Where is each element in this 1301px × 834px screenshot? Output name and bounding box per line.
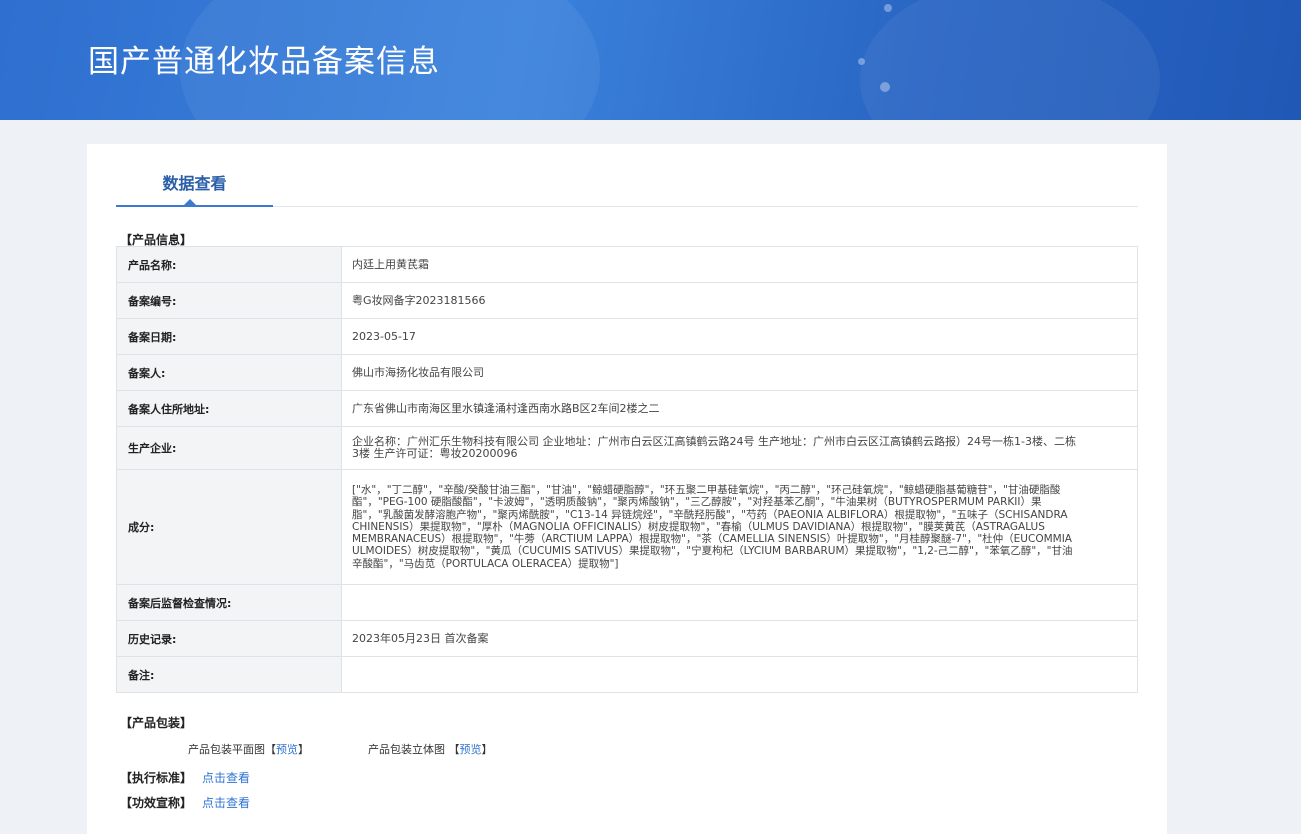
banner-dot xyxy=(884,4,892,12)
table-row: 产品名称: 内廷上用黄芪霜 xyxy=(116,246,1138,283)
row-value: 粤G妆网备字2023181566 xyxy=(341,282,1138,319)
row-value: 广东省佛山市南海区里水镇逢涌村逢西南水路B区2车间2楼之二 xyxy=(341,390,1138,427)
content-card: 数据查看 【产品信息】 产品名称: 内廷上用黄芪霜 备案编号: 粤G妆网备字20… xyxy=(87,144,1167,834)
execution-standard-row: 【执行标准】 点击查看 xyxy=(120,769,250,786)
row-value: ["水"，"丁二醇"，"辛酸/癸酸甘油三酯"，"甘油"，"鲸蜡硬脂醇"，"环五聚… xyxy=(341,469,1138,585)
package-3d-view: 产品包装立体图 【预览】 xyxy=(368,741,493,757)
bracket-close: 】 xyxy=(298,743,309,756)
row-value: 内廷上用黄芪霜 xyxy=(341,246,1138,283)
package-flat-preview-link[interactable]: 预览 xyxy=(276,743,298,756)
row-label: 备案编号: xyxy=(116,282,342,319)
row-label: 成分: xyxy=(116,469,342,585)
row-label: 备注: xyxy=(116,656,342,693)
table-row: 备案后监督检查情况: xyxy=(116,584,1138,621)
efficacy-claim-row: 【功效宣称】 点击查看 xyxy=(120,794,250,811)
banner-dot xyxy=(880,82,890,92)
efficacy-claim-label: 【功效宣称】 xyxy=(120,796,193,810)
product-info-table: 产品名称: 内廷上用黄芪霜 备案编号: 粤G妆网备字2023181566 备案日… xyxy=(116,246,1138,693)
package-flat-view: 产品包装平面图【预览】 xyxy=(188,741,309,757)
table-row: 历史记录: 2023年05月23日 首次备案 xyxy=(116,620,1138,657)
execution-standard-label: 【执行标准】 xyxy=(120,771,193,785)
bracket-open: 【 xyxy=(448,743,460,756)
table-row: 备案人住所地址: 广东省佛山市南海区里水镇逢涌村逢西南水路B区2车间2楼之二 xyxy=(116,390,1138,427)
row-label: 生产企业: xyxy=(116,426,342,470)
bracket-close: 】 xyxy=(481,743,493,756)
row-label: 历史记录: xyxy=(116,620,342,657)
page-title: 国产普通化妆品备案信息 xyxy=(88,44,440,80)
tab-active-underline xyxy=(116,205,273,207)
row-value xyxy=(341,584,1138,621)
row-value xyxy=(341,656,1138,693)
package-flat-label: 产品包装平面图 xyxy=(188,743,265,756)
row-label: 备案人住所地址: xyxy=(116,390,342,427)
bracket-open: 【 xyxy=(265,743,276,756)
table-row: 备注: xyxy=(116,656,1138,693)
table-row: 生产企业: 企业名称：广州汇乐生物科技有限公司 企业地址：广州市白云区江高镇鹤云… xyxy=(116,426,1138,470)
row-label: 备案人: xyxy=(116,354,342,391)
table-row: 备案日期: 2023-05-17 xyxy=(116,318,1138,355)
execution-standard-link[interactable]: 点击查看 xyxy=(202,771,250,785)
row-value: 企业名称：广州汇乐生物科技有限公司 企业地址：广州市白云区江高镇鹤云路24号 生… xyxy=(341,426,1138,470)
row-value: 2023年05月23日 首次备案 xyxy=(341,620,1138,657)
row-label: 备案日期: xyxy=(116,318,342,355)
row-label: 备案后监督检查情况: xyxy=(116,584,342,621)
tab-bar: 数据查看 xyxy=(116,144,1138,207)
table-row: 备案人: 佛山市海扬化妆品有限公司 xyxy=(116,354,1138,391)
table-row: 备案编号: 粤G妆网备字2023181566 xyxy=(116,282,1138,319)
tab-data-view[interactable]: 数据查看 xyxy=(116,170,273,194)
package-3d-preview-link[interactable]: 预览 xyxy=(460,743,482,756)
row-value: 佛山市海扬化妆品有限公司 xyxy=(341,354,1138,391)
banner-decoration xyxy=(860,0,1160,120)
efficacy-claim-link[interactable]: 点击查看 xyxy=(202,796,250,810)
table-row: 成分: ["水"，"丁二醇"，"辛酸/癸酸甘油三酯"，"甘油"，"鲸蜡硬脂醇"，… xyxy=(116,469,1138,585)
header-banner: 国产普通化妆品备案信息 xyxy=(0,0,1301,120)
row-value: 2023-05-17 xyxy=(341,318,1138,355)
package-3d-label: 产品包装立体图 xyxy=(368,743,445,756)
row-label: 产品名称: xyxy=(116,246,342,283)
section-title-packaging: 【产品包装】 xyxy=(120,716,193,730)
banner-dot xyxy=(858,58,865,65)
